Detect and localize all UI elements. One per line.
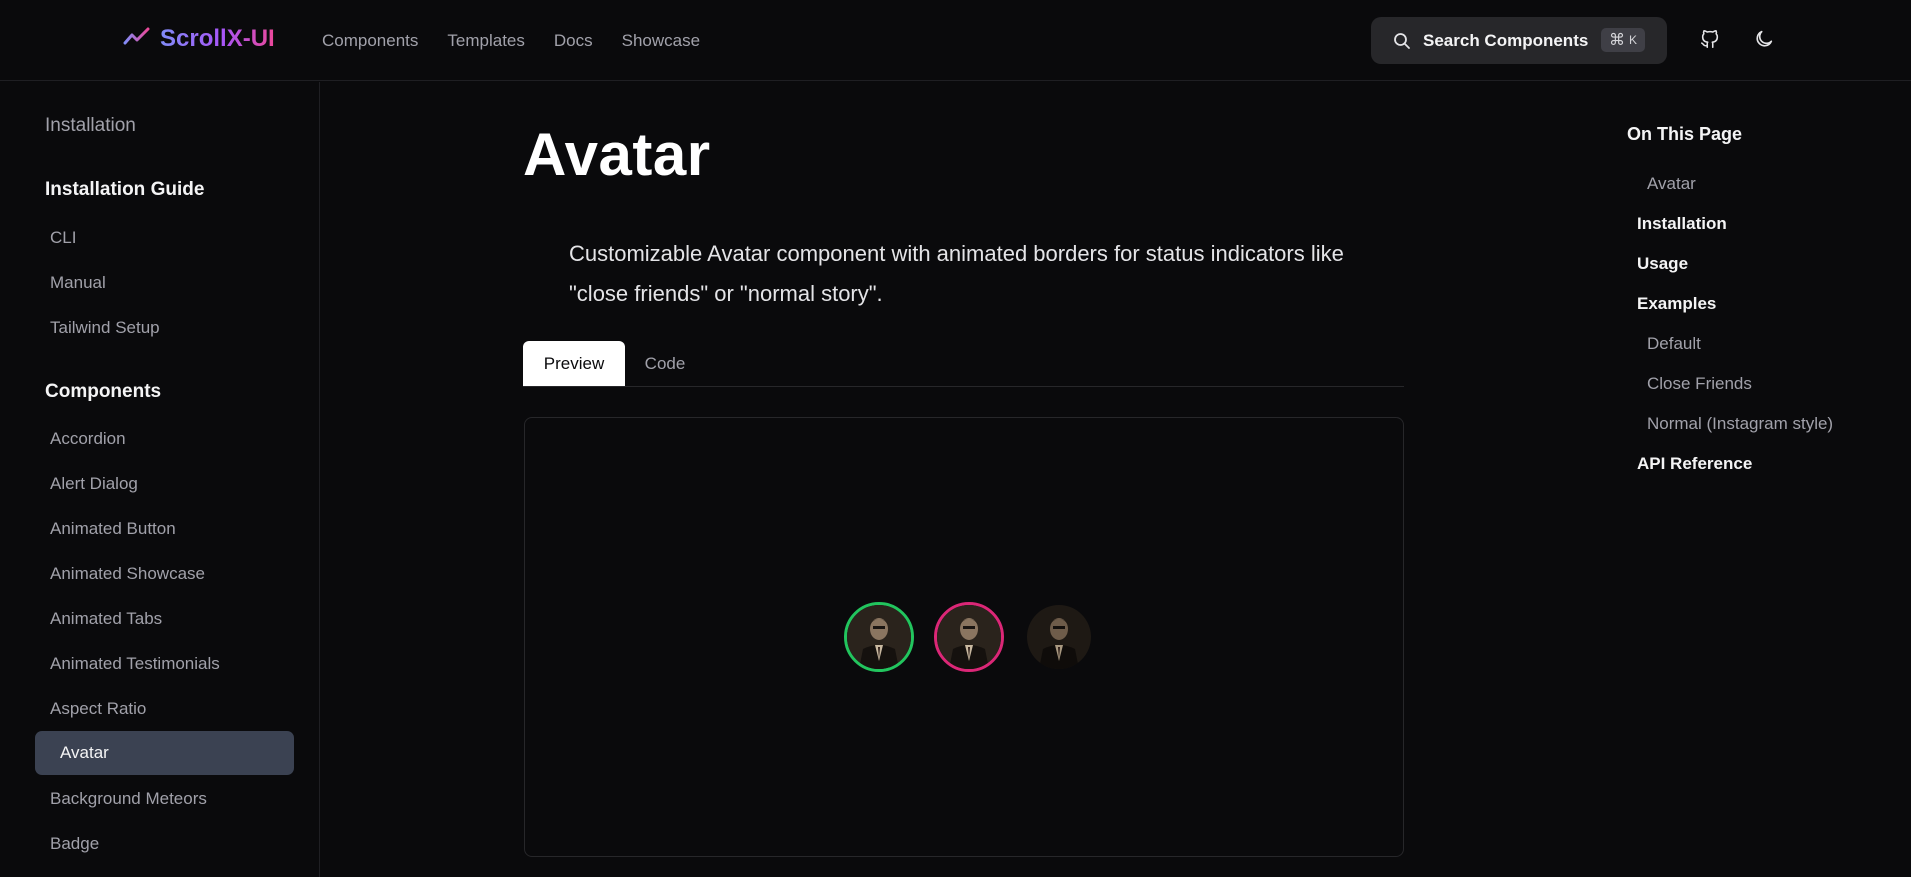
- sidebar-item-cli[interactable]: CLI: [50, 228, 76, 248]
- sidebar-item-animated-button[interactable]: Animated Button: [50, 519, 176, 539]
- moon-icon[interactable]: [1753, 28, 1775, 50]
- search-label: Search Components: [1423, 30, 1589, 50]
- avatar-normal-story[interactable]: [934, 602, 1004, 672]
- tab-code[interactable]: Code: [625, 341, 705, 386]
- page-description: Customizable Avatar component with anima…: [569, 241, 1344, 306]
- preview-code-tabs: Preview Code: [523, 341, 1404, 387]
- sidebar-item-alert-dialog[interactable]: Alert Dialog: [50, 474, 138, 494]
- toc-item-avatar[interactable]: Avatar: [1647, 174, 1696, 194]
- avatar-image: [1027, 605, 1091, 669]
- nav-templates[interactable]: Templates: [447, 31, 524, 51]
- left-sidebar: Installation Installation Guide CLI Manu…: [0, 82, 320, 877]
- sidebar-heading-components: Components: [45, 381, 162, 402]
- sidebar-item-background-meteors[interactable]: Background Meteors: [50, 789, 207, 809]
- toc-title: On This Page: [1627, 124, 1743, 144]
- sidebar-item-badge[interactable]: Badge: [50, 834, 99, 854]
- sidebar-item-animated-testimonials[interactable]: Animated Testimonials: [50, 654, 220, 674]
- brand-logo[interactable]: ScrollX-UI: [122, 24, 275, 54]
- sidebar-item-animated-tabs[interactable]: Animated Tabs: [50, 609, 162, 629]
- toc-item-installation[interactable]: Installation: [1637, 214, 1727, 234]
- sidebar-item-accordion[interactable]: Accordion: [50, 429, 126, 449]
- toc-item-normal-instagram[interactable]: Normal (Instagram style): [1647, 414, 1833, 434]
- main-nav: Components Templates Docs Showcase: [322, 31, 729, 51]
- tab-preview[interactable]: Preview: [523, 341, 625, 386]
- brand-name: ScrollX-UI: [160, 25, 275, 52]
- sidebar-item-avatar[interactable]: Avatar: [35, 731, 294, 775]
- github-icon[interactable]: [1699, 28, 1721, 50]
- trend-chart-icon: [123, 27, 151, 51]
- sidebar-item-label: Avatar: [60, 743, 109, 762]
- sidebar-item-tailwind-setup[interactable]: Tailwind Setup: [50, 318, 160, 338]
- sidebar-item-aspect-ratio[interactable]: Aspect Ratio: [50, 699, 146, 719]
- search-icon: [1394, 32, 1410, 49]
- sidebar-heading-installation-guide: Installation Guide: [45, 179, 205, 200]
- toc-item-default[interactable]: Default: [1647, 334, 1701, 354]
- preview-panel: [524, 417, 1404, 857]
- avatar-image: [847, 605, 911, 669]
- avatar-image: [937, 605, 1001, 669]
- nav-components[interactable]: Components: [322, 31, 418, 51]
- avatar-default[interactable]: [1024, 602, 1094, 672]
- nav-docs[interactable]: Docs: [554, 31, 593, 51]
- command-key: ⌘: [1608, 32, 1625, 49]
- toc-item-api-reference[interactable]: API Reference: [1637, 454, 1752, 474]
- page-title: Avatar: [523, 121, 711, 188]
- avatar-close-friends[interactable]: [844, 602, 914, 672]
- sidebar-item-animated-showcase[interactable]: Animated Showcase: [50, 564, 205, 584]
- sidebar-item-manual[interactable]: Manual: [50, 273, 106, 293]
- keyboard-shortcut: ⌘ K: [1600, 28, 1645, 52]
- toc-item-examples[interactable]: Examples: [1637, 294, 1716, 314]
- k-key: K: [1628, 33, 1637, 47]
- top-header: ScrollX-UI Components Templates Docs Sho…: [0, 0, 1911, 81]
- sidebar-installation[interactable]: Installation: [45, 115, 136, 137]
- nav-showcase[interactable]: Showcase: [622, 31, 700, 51]
- toc-item-close-friends[interactable]: Close Friends: [1647, 374, 1752, 394]
- toc-item-usage[interactable]: Usage: [1637, 254, 1688, 274]
- search-button[interactable]: Search Components ⌘ K: [1371, 17, 1667, 64]
